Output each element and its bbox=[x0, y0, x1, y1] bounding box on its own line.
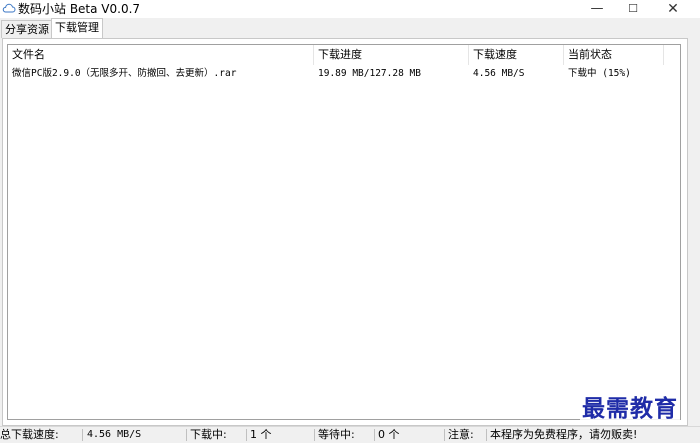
downloading-value: 1 个 bbox=[250, 428, 272, 441]
status-divider bbox=[246, 429, 247, 441]
cloud-icon bbox=[2, 3, 16, 13]
list-header: 文件名 下载进度 下载速度 当前状态 bbox=[8, 45, 680, 65]
status-divider bbox=[314, 429, 315, 441]
notice-value: 本程序为免费程序，请勿贩卖! bbox=[490, 428, 638, 441]
tab-strip: 分享资源 下载管理 bbox=[0, 18, 700, 38]
title-bar: 数码小站 Beta V0.0.7 — ☐ ✕ bbox=[0, 0, 700, 18]
download-manager-panel: 文件名 下载进度 下载速度 当前状态 微信PC版2.9.0（无限多开、防撤回、去… bbox=[2, 38, 688, 426]
close-button[interactable]: ✕ bbox=[650, 0, 696, 18]
cell-progress: 19.89 MB/127.28 MB bbox=[318, 68, 421, 79]
downloading-label: 下载中: bbox=[190, 428, 227, 441]
notice-label: 注意: bbox=[448, 428, 474, 441]
total-speed-label: 总下载速度: bbox=[0, 428, 59, 441]
status-divider bbox=[186, 429, 187, 441]
watermark-logo: 最需教育 bbox=[580, 394, 680, 424]
total-speed-value: 4.56 MB/S bbox=[87, 429, 142, 440]
status-divider bbox=[486, 429, 487, 441]
column-header-speed[interactable]: 下载速度 bbox=[469, 45, 564, 65]
tab-download-manager[interactable]: 下载管理 bbox=[51, 18, 103, 38]
column-header-filename[interactable]: 文件名 bbox=[8, 45, 314, 65]
column-header-status[interactable]: 当前状态 bbox=[564, 45, 664, 65]
cell-filename: 微信PC版2.9.0（无限多开、防撤回、去更新）.rar bbox=[12, 68, 237, 79]
list-item[interactable]: 微信PC版2.9.0（无限多开、防撤回、去更新）.rar 19.89 MB/12… bbox=[8, 65, 680, 82]
status-divider bbox=[82, 429, 83, 441]
waiting-value: 0 个 bbox=[378, 428, 400, 441]
cell-status: 下载中 (15%) bbox=[568, 68, 631, 79]
cell-speed: 4.56 MB/S bbox=[473, 68, 525, 79]
waiting-label: 等待中: bbox=[318, 428, 355, 441]
window-edge bbox=[688, 38, 700, 424]
window-title: 数码小站 Beta V0.0.7 bbox=[18, 2, 141, 16]
column-header-progress[interactable]: 下载进度 bbox=[314, 45, 469, 65]
status-bar: 总下载速度: 4.56 MB/S 下载中: 1 个 等待中: 0 个 注意: 本… bbox=[0, 426, 700, 443]
tab-share-resources[interactable]: 分享资源 bbox=[1, 20, 53, 38]
download-list[interactable]: 文件名 下载进度 下载速度 当前状态 微信PC版2.9.0（无限多开、防撤回、去… bbox=[7, 44, 681, 420]
status-divider bbox=[374, 429, 375, 441]
status-divider bbox=[444, 429, 445, 441]
